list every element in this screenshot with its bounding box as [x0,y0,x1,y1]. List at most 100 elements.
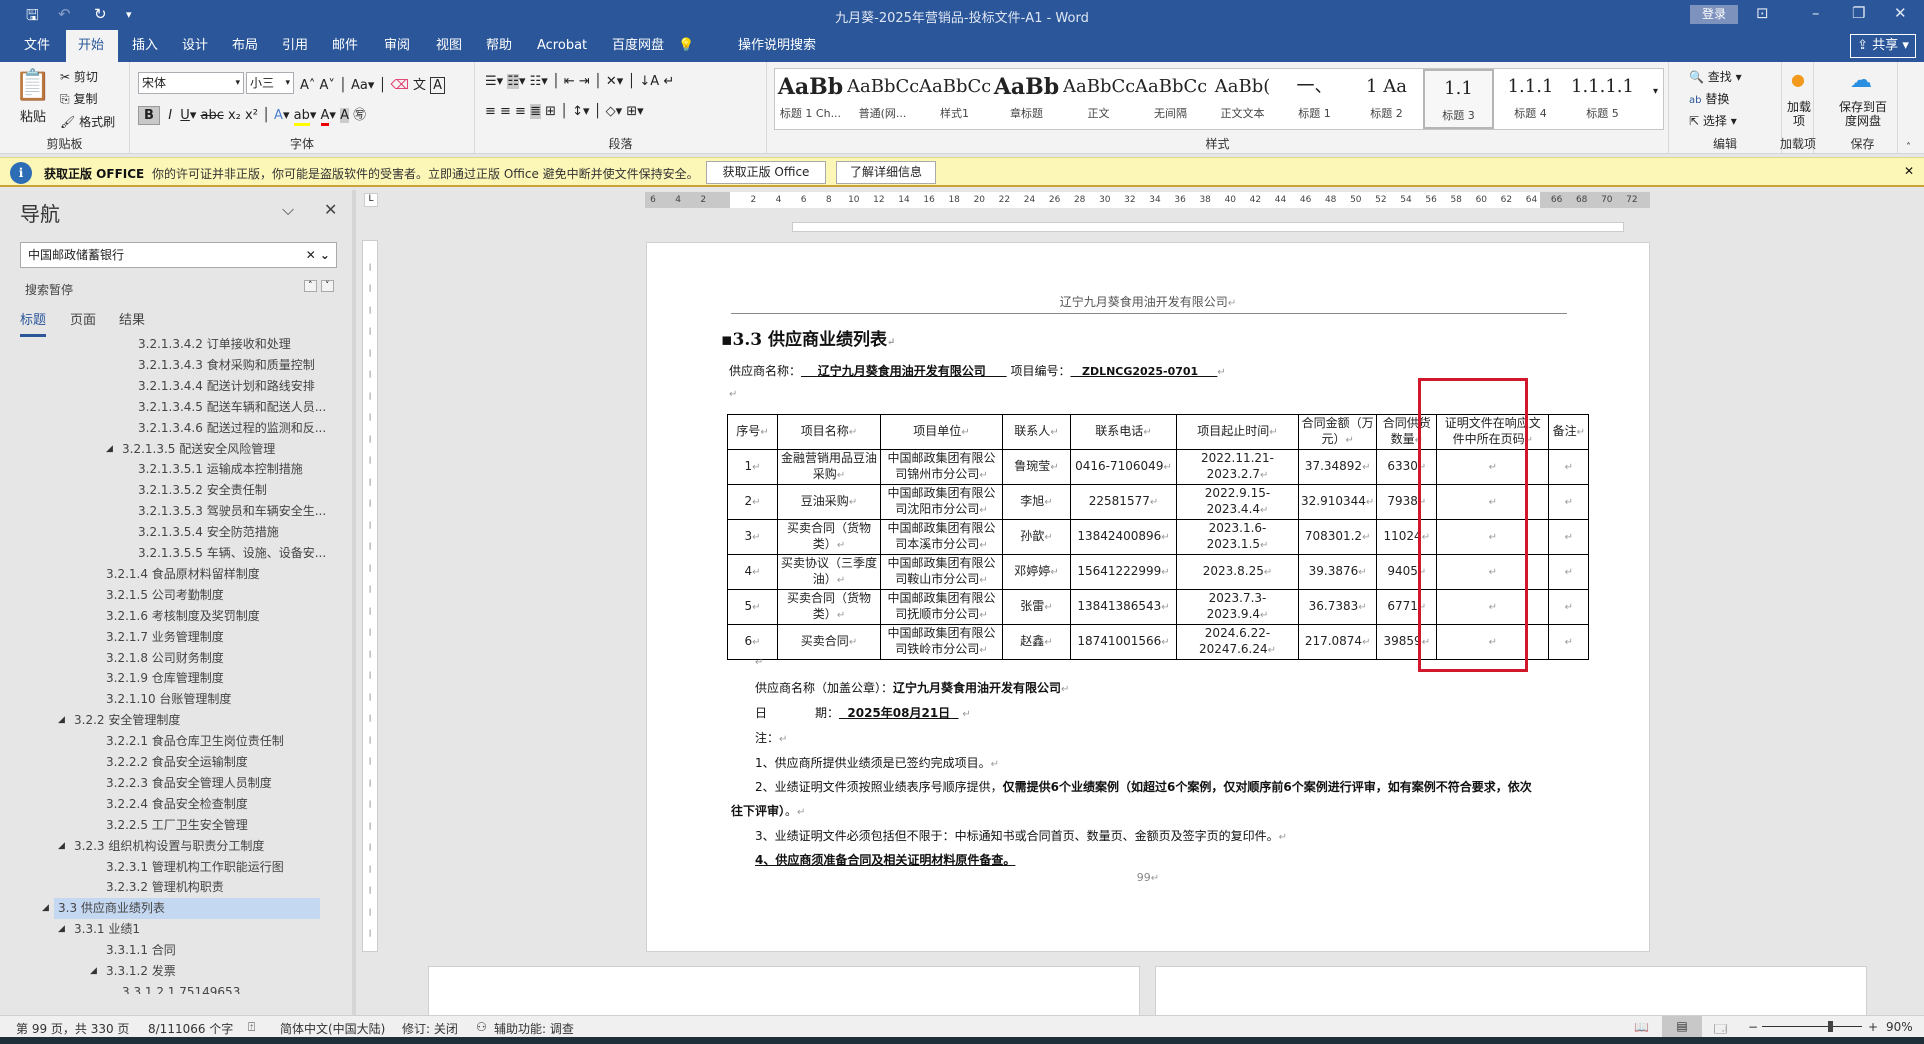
nav-search-input[interactable]: 中国邮政储蓄银行 ✕ ⌄ [20,242,337,268]
accessibility-status[interactable]: 辅助功能: 调查 [494,1020,574,1037]
table-cell[interactable]: 37.34892↵ [1297,449,1378,485]
nav-heading-item[interactable]: 3.2.2.3 食品安全管理人员制度 [102,773,272,794]
expand-triangle-icon[interactable]: ◢ [106,444,113,454]
nav-heading-item[interactable]: 3.2.1.6 考核制度及奖罚制度 [102,606,260,627]
table-cell[interactable]: 2022.11.21-2023.2.7↵ [1176,449,1299,485]
expand-triangle-icon[interactable]: ◢ [58,924,65,934]
nav-heading-item[interactable]: 3.2.1.3.4.2 订单接收和处理 [134,334,291,355]
table-cell[interactable]: ↵ [1548,589,1590,625]
tab-insert[interactable]: 插入 [120,30,170,62]
style-item[interactable]: 一、 标题 1 [1279,69,1350,129]
table-cell[interactable]: 中国邮政集团有限公司本溪市分公司↵ [880,519,1003,555]
nav-tab-pages[interactable]: 页面 [70,309,96,328]
nav-options-icon[interactable]: ⌵ [282,200,294,220]
zoom-level[interactable]: 90% [1886,1020,1913,1034]
copy-button[interactable]: ⎘ 复制 [60,90,97,107]
prev-result-button[interactable]: ˄ [304,280,317,292]
table-cell[interactable]: 中国邮政集团有限公司沈阳市分公司↵ [880,484,1003,520]
expand-triangle-icon[interactable]: ◢ [58,715,65,725]
table-cell[interactable]: 18741001566↵ [1070,624,1177,660]
table-cell[interactable]: 13841386543↵ [1070,589,1177,625]
baidu-cloud-icon[interactable]: ☁ [1850,68,1872,93]
read-mode-icon[interactable]: 📖 [1634,1020,1649,1034]
table-cell[interactable]: 3↵ [727,519,778,555]
nav-heading-item[interactable]: 3.2.3.2 管理机构职责 [102,877,224,898]
nav-heading-item[interactable]: 3.2.1.4 食品原材料留样制度 [102,564,260,585]
table-cell[interactable]: 2022.9.15-2023.4.4↵ [1176,484,1299,520]
cut-button[interactable]: ✂ 剪切 [60,68,98,85]
style-item[interactable]: 1 Aa 标题 2 [1351,69,1422,129]
nav-heading-item[interactable]: 3.2.3 组织机构设置与职责分工制度 [70,836,264,857]
table-cell[interactable]: 2023.1.6-2023.1.5↵ [1176,519,1299,555]
table-cell[interactable]: ↵ [1548,554,1590,590]
style-item[interactable]: AaBb(正文文本 [1207,69,1278,129]
nav-heading-item[interactable]: 3.2.1.5 公司考勤制度 [102,585,224,606]
table-cell[interactable]: 中国邮政集团有限公司锦州市分公司↵ [880,449,1003,485]
expand-triangle-icon[interactable]: ◢ [58,841,65,851]
table-cell[interactable]: 张雷↵ [1002,589,1071,625]
zoom-slider-thumb[interactable] [1827,1021,1833,1032]
table-cell[interactable]: 孙歆↵ [1002,519,1071,555]
nav-heading-item[interactable]: 3.2.2.1 食品仓库卫生岗位责任制 [102,731,284,752]
style-item[interactable]: AaBb 章标题 [991,69,1062,129]
table-cell[interactable]: 32.910344↵ [1297,484,1378,520]
restore-button[interactable]: ❐ [1852,4,1865,22]
nav-heading-item[interactable]: 3.2.1.8 公司财务制度 [102,648,224,669]
style-item[interactable]: 1.1.1 标题 4 [1495,69,1566,129]
table-cell[interactable]: 5↵ [727,589,778,625]
collapse-ribbon-icon[interactable]: ˄ [1906,142,1911,153]
zoom-slider[interactable] [1762,1021,1862,1032]
clear-search-icon[interactable]: ✕ ⌄ [306,243,330,267]
style-item[interactable]: 1.1.1.1 标题 5 [1567,69,1638,129]
table-cell[interactable]: 6↵ [727,624,778,660]
document-page-thumbnail[interactable] [428,966,1140,1016]
table-cell[interactable]: 708301.2↵ [1297,519,1378,555]
tab-acrobat[interactable]: Acrobat [525,30,599,62]
horizontal-ruler[interactable]: 6 4 2 2 4 6 8 10 12 14 16 18 20 22 24 26 28 30 32 34 36 38 40 4… [645,192,1650,208]
table-cell[interactable]: 豆油采购↵ [777,484,881,520]
tab-review[interactable]: 审阅 [372,30,422,62]
table-cell[interactable]: 2023.8.25↵ [1176,554,1299,590]
expand-triangle-icon[interactable]: ◢ [42,903,49,913]
font-size-controls[interactable]: A˄ A˅ │ Aa▾ │ ⌫ 文 A [300,74,446,94]
table-cell[interactable]: 39.3876↵ [1297,554,1378,590]
table-cell[interactable]: 0416-7106049↵ [1070,449,1177,485]
nav-heading-item[interactable]: 3.2.2.2 食品安全运输制度 [102,752,248,773]
table-cell[interactable]: ↵ [1548,484,1590,520]
close-button[interactable]: ✕ [1894,4,1907,22]
table-cell[interactable]: 中国邮政集团有限公司鞍山市分公司↵ [880,554,1003,590]
nav-heading-item[interactable]: 3.3 供应商业绩列表 [54,898,320,920]
nav-heading-item[interactable]: 3.2.1.3.4.6 配送过程的监测和反... [134,418,326,439]
tab-view[interactable]: 视图 [424,30,474,62]
font-name-select[interactable]: 宋体 ▾ [138,72,244,94]
tell-me-search[interactable]: 操作说明搜索 [738,30,816,62]
nav-heading-item[interactable]: 3.2.1.3.5.1 运输成本控制措施 [134,459,303,480]
paste-button[interactable]: 粘贴 [20,106,46,125]
table-cell[interactable]: 李旭↵ [1002,484,1071,520]
tab-references[interactable]: 引用 [270,30,320,62]
tab-selector[interactable]: L [364,193,378,207]
share-button[interactable]: ⇪ 共享 ▾ [1850,34,1916,58]
table-cell[interactable]: 买卖合同（货物类）↵ [777,519,881,555]
nav-heading-item[interactable]: 3.2.3.1 管理机构工作职能运行图 [102,857,284,878]
style-item[interactable]: AaBb 标题 1 Ch... [775,69,846,129]
table-cell[interactable]: 22581577↵ [1070,484,1177,520]
nav-heading-item[interactable]: 3.2.1.3.5.4 安全防范措施 [134,522,279,543]
language[interactable]: 简体中文(中国大陆) [280,1020,385,1037]
addins-icon[interactable]: ● [1791,70,1805,89]
nav-tab-headings[interactable]: 标题 [20,309,47,337]
table-cell[interactable]: ↵ [1548,449,1590,485]
paste-icon[interactable]: 📋 [14,68,51,103]
nav-heading-item[interactable]: 3.2.1.3.5.5 车辆、设施、设备安... [134,543,326,564]
table-cell[interactable]: ↵ [1548,624,1590,660]
table-cell[interactable]: 2024.6.22-20247.6.24↵ [1176,624,1299,660]
nav-heading-item[interactable]: 3.3.1.2.1 75149653 [118,982,240,994]
table-cell[interactable]: 买卖协议（三季度油）↵ [777,554,881,590]
table-cell[interactable]: 金融营销用品豆油采购↵ [777,449,881,485]
addins-button[interactable]: 加载项 [1786,100,1812,128]
nav-heading-item[interactable]: 3.2.1.3.4.3 食材采购和质量控制 [134,355,315,376]
style-item[interactable]: AaBbCcDc 普通(网... [847,69,918,129]
table-cell[interactable]: 鲁琬莹↵ [1002,449,1071,485]
tab-help[interactable]: 帮助 [474,30,524,62]
font-size-select[interactable]: 小三 ▾ [246,72,294,94]
